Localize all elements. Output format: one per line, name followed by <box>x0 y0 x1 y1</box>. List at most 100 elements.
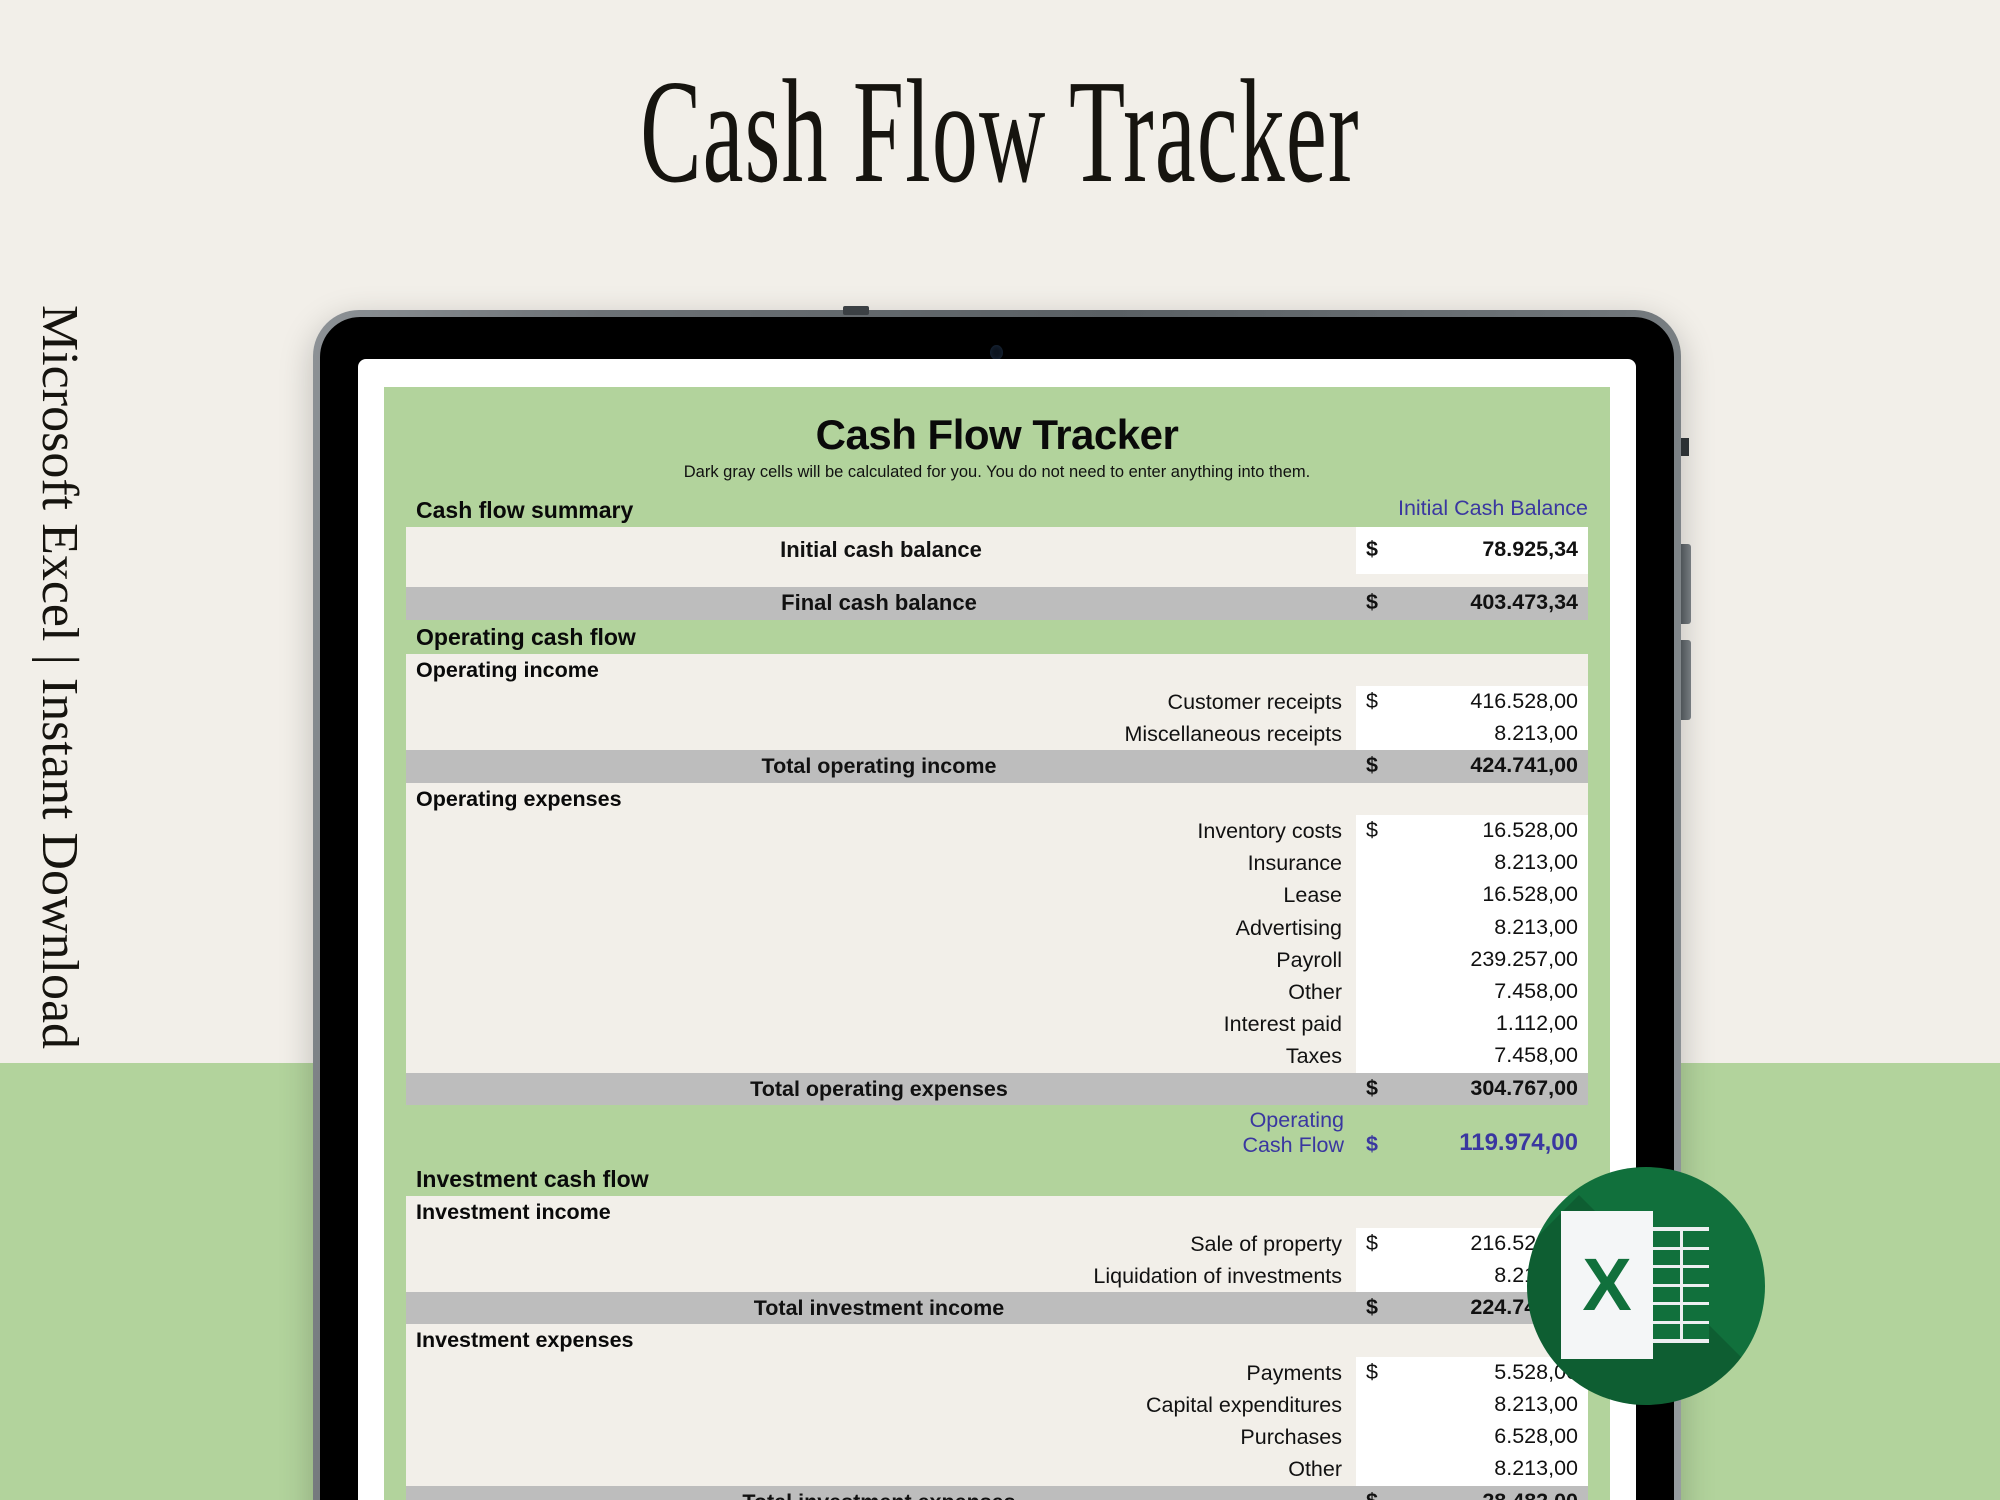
blank-cell <box>1356 1324 1392 1357</box>
item-currency <box>1356 1040 1392 1073</box>
item-currency: $ <box>1356 1227 1392 1261</box>
row-right-pad <box>1588 750 1610 783</box>
volume-up-button[interactable] <box>1681 544 1691 624</box>
page-title: Cash Flow Tracker <box>640 50 1360 214</box>
row-right-pad <box>1588 493 1610 528</box>
item-currency <box>1356 943 1392 976</box>
row-left-pad <box>384 1421 406 1454</box>
item-currency <box>1356 1260 1392 1293</box>
volume-down-button[interactable] <box>1681 640 1691 720</box>
total-operating-expenses-currency: $ <box>1356 1072 1392 1105</box>
row-left-pad <box>384 911 406 944</box>
row-left-pad <box>384 1104 406 1162</box>
excel-x-letter: X <box>1582 1243 1632 1326</box>
row-left-pad <box>384 1356 406 1389</box>
table-row: Advertising 8.213,00 <box>384 911 1610 944</box>
blank-cell <box>1392 653 1588 686</box>
item-currency: $ <box>1356 814 1392 848</box>
item-value[interactable]: 7.458,00 <box>1392 975 1588 1009</box>
item-value[interactable]: 16.528,00 <box>1392 814 1588 848</box>
spreadsheet: Cash Flow Tracker Dark gray cells will b… <box>384 387 1610 1500</box>
item-value[interactable]: 1.112,00 <box>1392 1008 1588 1041</box>
row-left-pad <box>384 653 406 686</box>
row-left-pad <box>384 1227 406 1261</box>
item-currency <box>1356 847 1392 880</box>
item-value[interactable]: 16.528,00 <box>1392 879 1588 912</box>
total-operating-income-label: Total operating income <box>406 750 1356 783</box>
front-camera-icon <box>990 345 1003 360</box>
item-value[interactable]: 7.458,00 <box>1392 1040 1588 1073</box>
row-right-pad <box>1588 814 1610 848</box>
total-investment-expenses-value: 28.482,00 <box>1392 1485 1588 1500</box>
row-right-pad <box>1588 586 1610 620</box>
item-value[interactable]: 8.213,00 <box>1392 847 1588 880</box>
total-investment-expenses-row: Total investment expenses $ 28.482,00 <box>384 1485 1610 1500</box>
total-operating-income-currency: $ <box>1356 750 1392 783</box>
summary-header-currency-slot <box>1320 493 1356 527</box>
item-label: Sale of property <box>406 1227 1356 1261</box>
table-row: Customer receipts $ 416.528,00 <box>384 685 1610 719</box>
item-label: Customer receipts <box>406 685 1356 719</box>
summary-header-label: Cash flow summary <box>416 497 634 523</box>
operating-cash-flow-net-label-line2: Cash Flow <box>1242 1133 1344 1158</box>
row-left-pad <box>384 1292 406 1325</box>
power-button[interactable] <box>843 306 869 315</box>
item-currency <box>1356 911 1392 944</box>
side-caption: Microsoft Excel | Instant Download <box>31 305 88 1050</box>
item-label: Liquidation of investments <box>406 1260 1356 1293</box>
item-currency <box>1356 718 1392 751</box>
tablet-bezel: Cash Flow Tracker Dark gray cells will b… <box>320 317 1674 1500</box>
total-investment-expenses-label: Total investment expenses <box>406 1485 1356 1500</box>
row-left-pad <box>384 619 406 654</box>
table-row: Sale of property $ 216.528,00 <box>384 1227 1610 1261</box>
table-row: Capital expenditures 8.213,00 <box>384 1388 1610 1422</box>
row-left-pad <box>384 1324 406 1357</box>
blank-cell <box>1356 620 1392 654</box>
tablet-screen: Cash Flow Tracker Dark gray cells will b… <box>358 359 1636 1500</box>
row-left-pad <box>384 782 406 815</box>
item-value[interactable]: 8.213,00 <box>1392 1453 1588 1486</box>
initial-cash-balance-currency: $ <box>1356 527 1392 574</box>
operating-cash-flow-net-currency: $ <box>1366 1131 1378 1156</box>
table-row: Liquidation of investments 8.213,00 <box>384 1260 1610 1293</box>
operating-cash-flow-net-label-line1: Operating <box>1249 1107 1344 1132</box>
item-value[interactable]: 8.213,00 <box>1392 718 1588 751</box>
investment-cash-flow-header-row: Investment cash flow <box>384 1161 1610 1196</box>
operating-expenses-header-row: Operating expenses <box>384 782 1610 815</box>
row-left-pad <box>384 943 406 976</box>
table-row: Interest paid 1.112,00 <box>384 1008 1610 1041</box>
item-label: Advertising <box>406 911 1356 944</box>
item-currency <box>1356 975 1392 1009</box>
blank-cell <box>1356 653 1392 686</box>
item-value[interactable]: 8.213,00 <box>1392 911 1588 944</box>
operating-cash-flow-net-row: Operating Cash Flow $ 119.974,00 <box>384 1104 1610 1162</box>
blank-cell <box>1392 573 1588 587</box>
total-operating-income-value: 424.741,00 <box>1392 750 1588 783</box>
row-right-pad <box>1588 1485 1610 1500</box>
investment-expense-items: Payments $ 5.528,00 Capital expenditures… <box>384 1356 1610 1486</box>
item-currency <box>1356 1008 1392 1041</box>
initial-cash-balance-row: Initial cash balance $ 78.925,34 <box>384 527 1610 574</box>
item-value[interactable]: 416.528,00 <box>1392 685 1588 719</box>
table-row: Miscellaneous receipts 8.213,00 <box>384 718 1610 751</box>
row-left-pad <box>384 1161 406 1196</box>
row-right-pad <box>1588 1072 1610 1105</box>
row-left-pad <box>384 527 406 574</box>
spreadsheet-subtitle: Dark gray cells will be calculated for y… <box>683 463 1311 481</box>
row-right-pad <box>1588 975 1610 1009</box>
initial-cash-balance-value[interactable]: 78.925,34 <box>1392 527 1588 574</box>
row-right-pad <box>1588 573 1610 587</box>
row-left-pad <box>384 1388 406 1422</box>
poster-canvas: Cash Flow Tracker Microsoft Excel | Inst… <box>0 0 2000 1500</box>
row-left-pad <box>384 1260 406 1293</box>
operating-cash-flow-net-label: Operating Cash Flow <box>406 1105 1356 1162</box>
item-currency <box>1356 1388 1392 1422</box>
row-left-pad <box>384 750 406 783</box>
blank-row <box>384 573 1610 587</box>
item-value[interactable]: 239.257,00 <box>1392 943 1588 976</box>
row-left-pad <box>384 1040 406 1073</box>
item-value[interactable]: 8.213,00 <box>1392 1388 1588 1422</box>
item-value[interactable]: 6.528,00 <box>1392 1421 1588 1454</box>
item-label: Other <box>406 975 1356 1009</box>
tablet-device: Cash Flow Tracker Dark gray cells will b… <box>313 306 1691 1500</box>
